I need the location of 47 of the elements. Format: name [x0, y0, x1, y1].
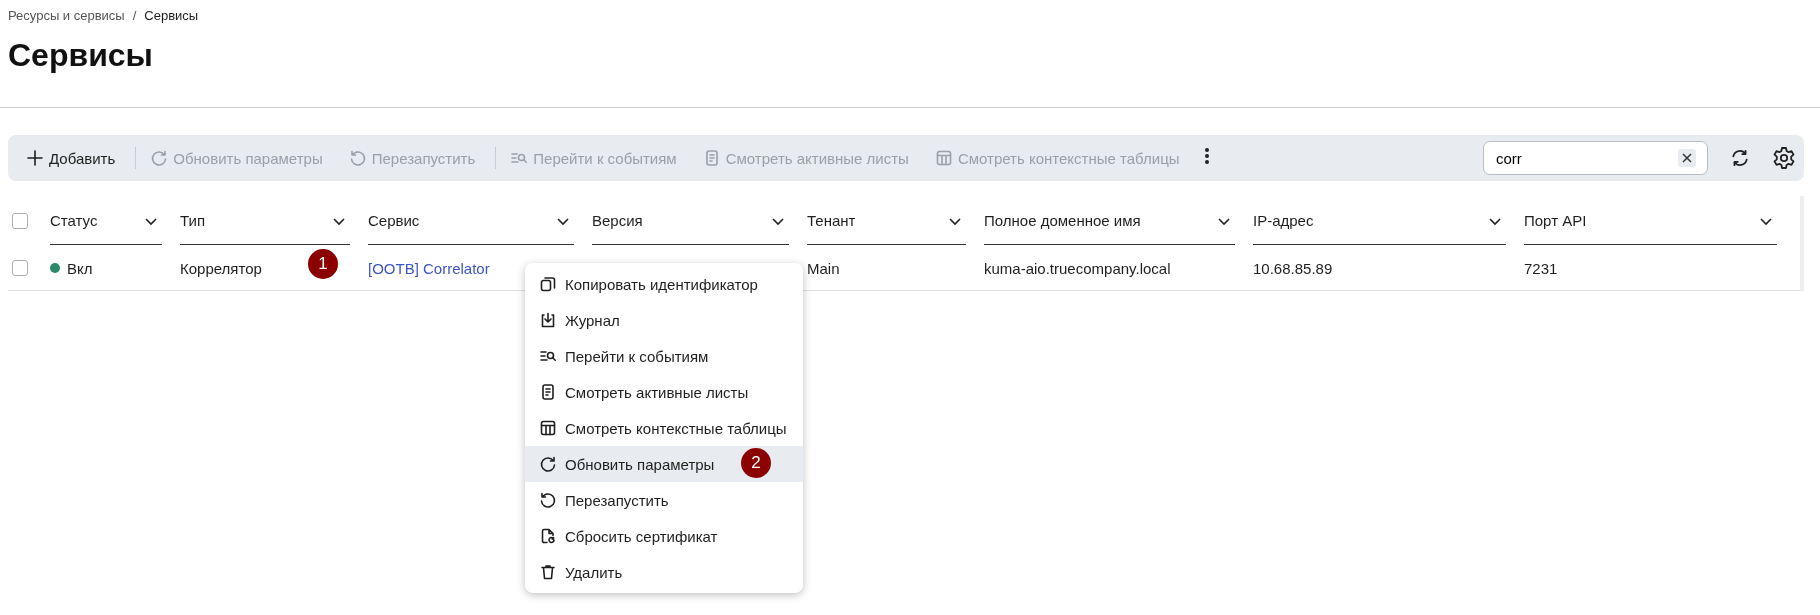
copy-icon [539, 275, 557, 293]
table-cell: kuma-aio.truecompany.local [984, 259, 1171, 277]
plus-icon [26, 149, 44, 167]
menu-item[interactable]: Смотреть контекстные таблицы [525, 410, 803, 446]
document-icon [539, 383, 557, 401]
page-title: Сервисы [8, 37, 154, 74]
status-text: Вкл [67, 259, 93, 277]
menu-item[interactable]: Журнал [525, 302, 803, 338]
select-all-checkbox[interactable] [12, 213, 28, 229]
breadcrumb-separator: / [132, 8, 137, 23]
breadcrumb-link[interactable]: Ресурсы и сервисы [8, 8, 125, 23]
column-header[interactable]: Статус [50, 212, 98, 229]
menu-item[interactable]: Смотреть активные листы [525, 374, 803, 410]
refresh-icon [150, 149, 169, 167]
table-cell: Main [807, 259, 840, 277]
service-link[interactable]: [OOTB] Correlator [368, 259, 490, 277]
toolbar-button[interactable]: Добавить [20, 145, 122, 171]
refresh-icon [539, 455, 557, 473]
table-icon [539, 419, 557, 437]
download-icon [539, 311, 557, 329]
table-cell: Коррелятор [180, 259, 262, 277]
trash-icon [539, 563, 557, 581]
restart-icon [348, 149, 367, 167]
column-header[interactable]: Версия [592, 212, 643, 229]
table-icon [934, 149, 953, 167]
table-cell: 10.68.85.89 [1253, 259, 1333, 277]
column-header[interactable]: IP-адрес [1253, 212, 1314, 229]
menu-item[interactable]: Копировать идентификатор [525, 266, 803, 302]
search-field[interactable]: corr [1483, 141, 1708, 175]
menu-item[interactable]: Удалить [525, 554, 803, 590]
row-checkbox[interactable] [12, 260, 28, 276]
breadcrumb-current: Сервисы [144, 8, 199, 23]
clear-icon[interactable] [1678, 149, 1696, 167]
menu-item[interactable]: Перезапустить [525, 482, 803, 518]
column-header[interactable]: Сервис [368, 212, 420, 229]
file-icon [539, 527, 557, 545]
column-header[interactable]: Тенант [807, 212, 856, 229]
table-cell: 7231 [1524, 259, 1558, 277]
menu-item[interactable]: Перейти к событиям [525, 338, 803, 374]
menu-item[interactable]: Сбросить сертификат [525, 518, 803, 554]
settings-icon[interactable] [1772, 146, 1796, 170]
column-header[interactable]: Порт API [1524, 212, 1587, 229]
column-header[interactable]: Тип [180, 212, 205, 229]
step-badge: 1 [308, 249, 338, 279]
refresh-icon[interactable] [1730, 148, 1750, 168]
restart-icon [539, 491, 557, 509]
column-header[interactable]: Полное доменное имя [984, 212, 1141, 229]
